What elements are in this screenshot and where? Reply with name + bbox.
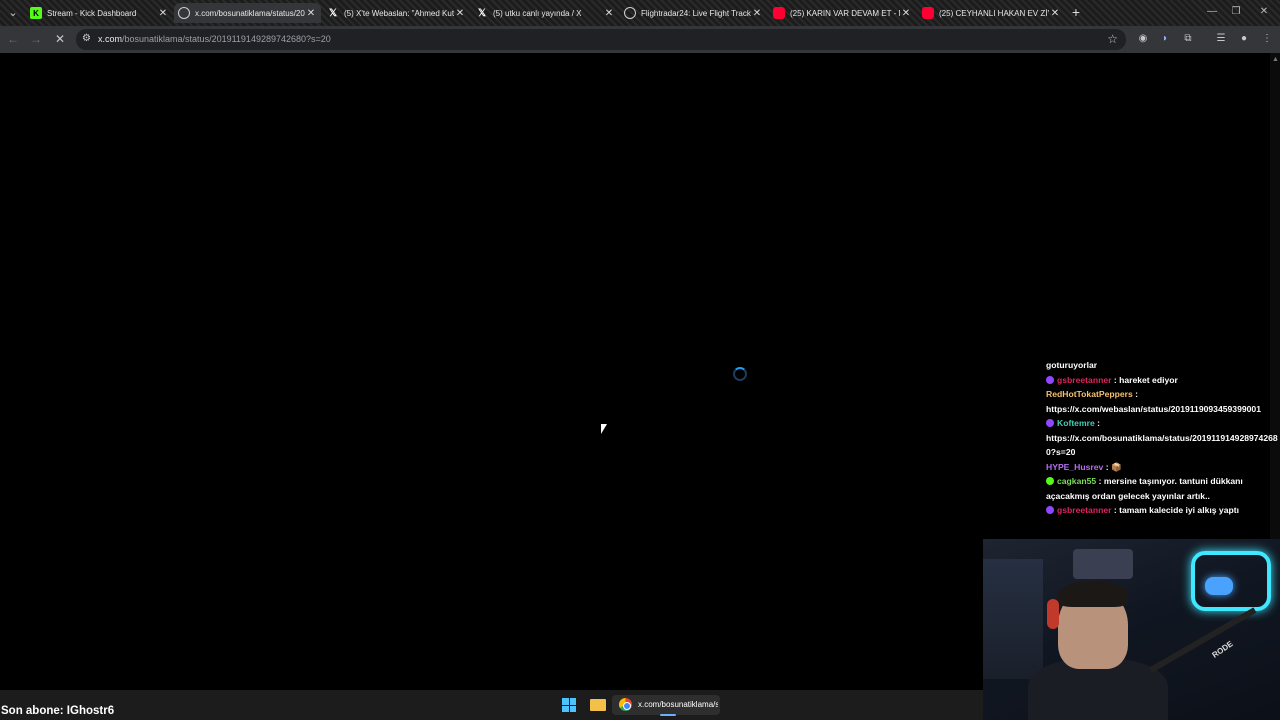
chat-message: https://x.com/bosunatiklama/status/20191… bbox=[1046, 431, 1280, 460]
youtube-icon bbox=[922, 7, 934, 19]
close-icon[interactable]: ✕ bbox=[603, 8, 615, 19]
stream-chat-overlay: goturuyorlar gsbreetanner : hareket ediy… bbox=[1046, 358, 1280, 538]
last-subscriber-label: Son abone: IGhostr6 bbox=[1, 705, 115, 717]
chat-message: gsbreetanner : tamam kalecide iyi alkış … bbox=[1046, 503, 1280, 518]
tab-title: Stream - Kick Dashboard bbox=[47, 8, 137, 18]
tab-x-webaslan[interactable]: 𝕏 (5) X'te Webaslan: "Ahmed Kut ✕ bbox=[323, 3, 470, 23]
chat-text: : hareket ediyor bbox=[1111, 374, 1178, 385]
profile-avatar-icon[interactable]: ● bbox=[1237, 32, 1251, 46]
close-icon[interactable]: ✕ bbox=[1049, 8, 1061, 19]
chat-text: https://x.com/webaslan/status/2019119093… bbox=[1046, 403, 1261, 414]
url-path: /bosunatiklama/status/201911914928974268… bbox=[122, 34, 331, 44]
translate-extension-icon[interactable]: ◗ bbox=[1158, 32, 1172, 46]
kick-icon: K bbox=[30, 7, 42, 19]
chat-text: : bbox=[1094, 418, 1100, 428]
tab-search-chevron-icon[interactable]: ⌄ bbox=[4, 4, 22, 22]
loading-icon bbox=[178, 7, 190, 19]
tab-kick-dashboard[interactable]: K Stream - Kick Dashboard ✕ bbox=[26, 3, 173, 23]
extensions-puzzle-icon[interactable]: ⧉ bbox=[1181, 32, 1195, 46]
chat-message: https://x.com/webaslan/status/2019119093… bbox=[1046, 402, 1280, 417]
webcam-overlay: RODE bbox=[983, 539, 1280, 720]
taskbar bbox=[0, 690, 983, 720]
globe-icon bbox=[624, 7, 636, 19]
chat-text: https://x.com/bosunatiklama/status/20191… bbox=[1046, 432, 1278, 458]
chat-username: RedHotTokatPeppers bbox=[1046, 389, 1133, 399]
taskbar-chrome-label: x.com/bosunatiklama/s bbox=[638, 700, 718, 709]
reading-list-icon[interactable]: ☰ bbox=[1214, 32, 1228, 46]
x-icon: 𝕏 bbox=[328, 7, 338, 19]
webcam-shelf bbox=[1073, 549, 1133, 579]
tab-youtube-ceyhanli[interactable]: (25) CEYHANLI HAKAN EV ZİYA ✕ bbox=[918, 3, 1065, 23]
close-icon[interactable]: ✕ bbox=[157, 8, 169, 19]
tab-x-utku[interactable]: 𝕏 (5) utku canlı yayında / X ✕ bbox=[472, 3, 619, 23]
windows-start-icon[interactable] bbox=[562, 698, 576, 712]
loading-spinner-icon bbox=[733, 367, 747, 381]
tab-flightradar[interactable]: Flightradar24: Live Flight Tracke ✕ bbox=[620, 3, 767, 23]
screen: ⌄ K Stream - Kick Dashboard ✕ x.com/bosu… bbox=[0, 0, 1280, 720]
file-explorer-icon[interactable] bbox=[590, 699, 606, 711]
more-menu-icon[interactable]: ⋮ bbox=[1260, 32, 1274, 46]
close-icon[interactable]: ✕ bbox=[305, 8, 317, 19]
tab-title: (25) KARIN VAR DEVAM ET - M bbox=[790, 8, 900, 18]
chat-text: : 📦 bbox=[1103, 461, 1122, 472]
tab-title: (25) CEYHANLI HAKAN EV ZİYA bbox=[939, 8, 1049, 18]
address-bar[interactable]: ⚙ x.com/bosunatiklama/status/20191191492… bbox=[76, 29, 1126, 50]
chat-username: HYPE_Husrev bbox=[1046, 461, 1104, 472]
chat-message: HYPE_Husrev : 📦 bbox=[1046, 460, 1280, 475]
forward-arrow-icon[interactable]: → bbox=[28, 31, 44, 47]
bookmark-star-icon[interactable]: ☆ bbox=[1107, 32, 1118, 46]
gamepad-neon-icon bbox=[1205, 577, 1233, 595]
stop-loading-icon[interactable]: ✕ bbox=[52, 31, 68, 47]
user-badge-icon bbox=[1046, 506, 1054, 514]
tab-x-status-active[interactable]: x.com/bosunatiklama/status/20 ✕ bbox=[174, 3, 321, 23]
incognito-extension-icon[interactable]: ◉ bbox=[1136, 32, 1150, 46]
close-icon[interactable]: ✕ bbox=[751, 8, 763, 19]
browser-toolbar: ← → ✕ ⚙ x.com/bosunatiklama/status/20191… bbox=[0, 26, 1280, 53]
microphone-brand-label: RODE bbox=[1210, 639, 1235, 660]
user-badge-icon bbox=[1046, 477, 1054, 485]
new-tab-plus-icon[interactable]: + bbox=[1068, 4, 1084, 20]
restore-icon[interactable]: ❐ bbox=[1228, 4, 1244, 20]
headset bbox=[1047, 599, 1059, 629]
tab-title: (5) X'te Webaslan: "Ahmed Kut bbox=[344, 8, 454, 18]
x-icon: 𝕏 bbox=[477, 7, 487, 19]
site-info-icon[interactable]: ⚙ bbox=[82, 33, 94, 45]
chat-username: Koftemre bbox=[1057, 418, 1095, 428]
mouse-cursor-icon bbox=[601, 424, 607, 434]
user-badge-icon bbox=[1046, 419, 1054, 427]
tab-title: x.com/bosunatiklama/status/20 bbox=[195, 8, 305, 18]
scroll-up-arrow-icon[interactable]: ▲ bbox=[1272, 56, 1279, 63]
minimize-icon[interactable]: — bbox=[1204, 4, 1220, 20]
webcam-window-background bbox=[983, 559, 1043, 679]
tab-strip: ⌄ K Stream - Kick Dashboard ✕ x.com/bosu… bbox=[0, 0, 1280, 26]
tab-title: Flightradar24: Live Flight Tracke bbox=[641, 8, 751, 18]
chat-message: Koftemre : bbox=[1046, 416, 1280, 431]
streamer-hair bbox=[1058, 581, 1128, 607]
chat-text: : tamam kalecide iyi alkış yaptı bbox=[1111, 505, 1239, 515]
chat-username: gsbreetanner bbox=[1057, 374, 1112, 385]
back-arrow-icon[interactable]: ← bbox=[5, 31, 21, 47]
chat-message: RedHotTokatPeppers : bbox=[1046, 387, 1280, 402]
close-icon[interactable]: ✕ bbox=[454, 8, 466, 19]
youtube-icon bbox=[773, 7, 785, 19]
microphone-arm bbox=[1149, 607, 1257, 673]
chat-message: goturuyorlar bbox=[1046, 358, 1280, 373]
taskbar-active-indicator bbox=[660, 714, 676, 716]
chat-message: cagkan55 : mersine taşınıyor. tantuni dü… bbox=[1046, 474, 1280, 503]
tab-title: (5) utku canlı yayında / X bbox=[493, 8, 582, 18]
tab-youtube-karin[interactable]: (25) KARIN VAR DEVAM ET - M ✕ bbox=[769, 3, 916, 23]
chrome-icon bbox=[619, 698, 632, 711]
chat-username: cagkan55 bbox=[1057, 476, 1097, 486]
url-text[interactable]: x.com/bosunatiklama/status/2019119149289… bbox=[98, 34, 331, 44]
chat-text: goturuyorlar bbox=[1046, 360, 1098, 370]
user-badge-icon bbox=[1046, 375, 1054, 384]
url-host: x.com bbox=[98, 34, 123, 44]
chat-username: gsbreetanner bbox=[1057, 505, 1112, 515]
chat-text: : bbox=[1132, 389, 1138, 399]
chat-message: gsbreetanner : hareket ediyor bbox=[1046, 373, 1280, 388]
close-icon[interactable]: ✕ bbox=[900, 8, 912, 19]
close-window-icon[interactable]: ✕ bbox=[1256, 4, 1272, 20]
